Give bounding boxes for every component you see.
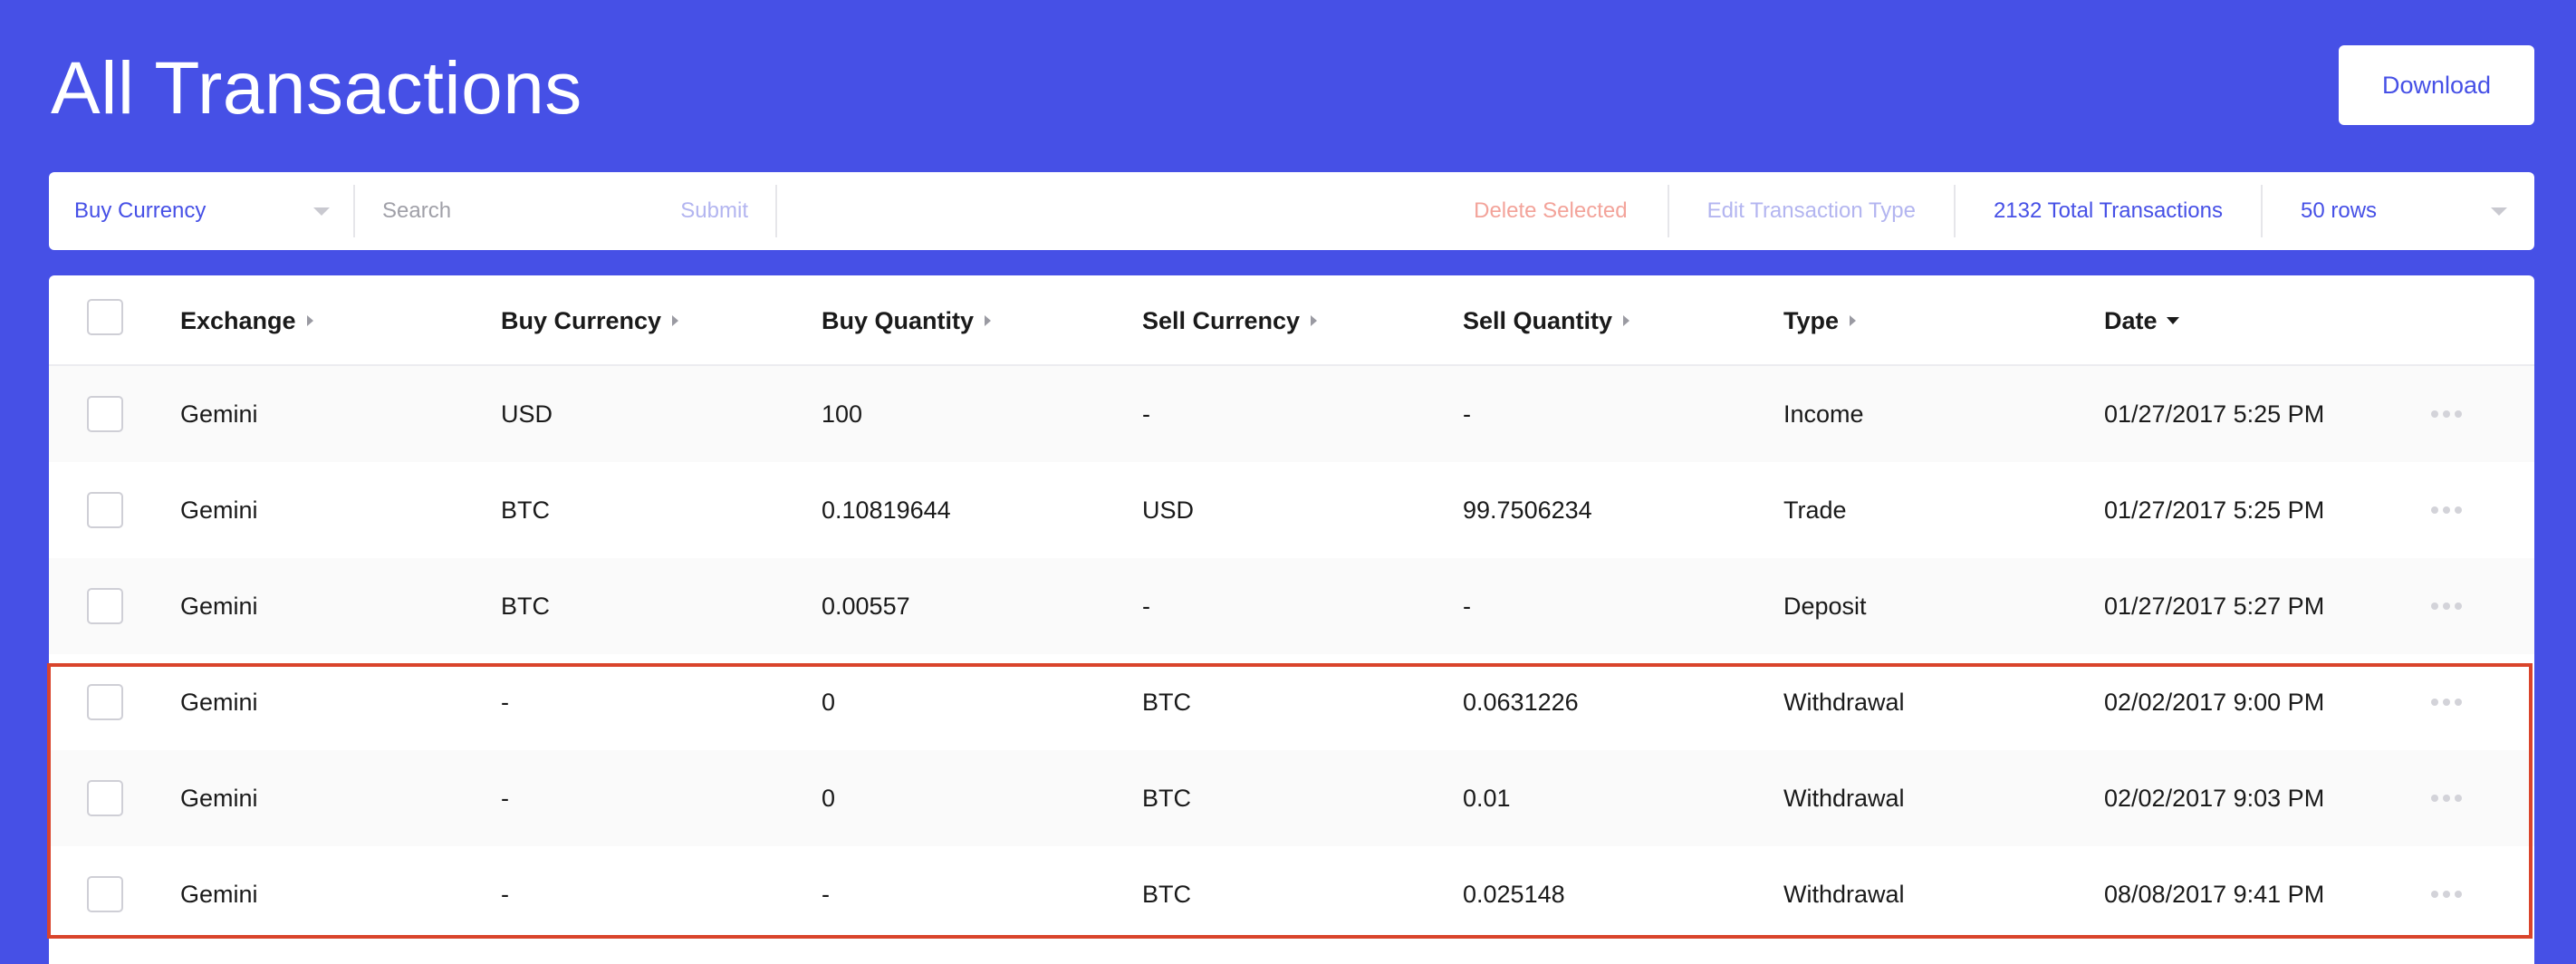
transactions-table: Exchange Buy Currency Buy Quantity Sell … bbox=[49, 275, 2534, 964]
cell-sell-quantity: 0.01 bbox=[1463, 784, 1511, 812]
cell-buy-currency: USD bbox=[501, 400, 553, 428]
cell-sell-quantity: 0.025148 bbox=[1463, 880, 1565, 908]
sort-icon bbox=[672, 315, 679, 326]
row-checkbox[interactable] bbox=[87, 780, 123, 816]
cell-sell-currency: BTC bbox=[1142, 688, 1191, 716]
more-options-icon[interactable] bbox=[2431, 654, 2466, 750]
sort-icon bbox=[306, 315, 313, 326]
page-header: All Transactions Download bbox=[0, 0, 2576, 172]
cell-type: Income bbox=[1783, 400, 1864, 428]
sort-icon bbox=[1311, 315, 1318, 326]
cell-buy-quantity: - bbox=[822, 880, 830, 908]
edit-transaction-type-button[interactable]: Edit Transaction Type bbox=[1669, 172, 1954, 250]
cell-buy-quantity: 0.10819644 bbox=[822, 496, 951, 524]
cell-date: 02/02/2017 9:00 PM bbox=[2104, 688, 2325, 716]
row-checkbox[interactable] bbox=[87, 396, 123, 432]
cell-type: Withdrawal bbox=[1783, 688, 1905, 716]
toolbar: Buy Currency Submit Delete Selected Edit… bbox=[49, 172, 2534, 250]
sort-icon bbox=[985, 315, 992, 326]
page-title: All Transactions bbox=[51, 47, 582, 130]
filter-select[interactable]: Buy Currency bbox=[49, 172, 353, 250]
row-checkbox[interactable] bbox=[87, 684, 123, 720]
more-options-icon[interactable] bbox=[2431, 750, 2466, 846]
more-options-icon[interactable] bbox=[2431, 366, 2466, 462]
column-header-buy-currency[interactable]: Buy Currency bbox=[501, 275, 679, 366]
cell-sell-quantity: - bbox=[1463, 400, 1471, 428]
total-transactions-count: 2132 Total Transactions bbox=[1993, 198, 2223, 223]
rows-per-page-select[interactable]: 50 rows bbox=[2263, 172, 2534, 250]
cell-sell-currency: BTC bbox=[1142, 784, 1191, 812]
divider bbox=[775, 185, 777, 237]
cell-exchange: Gemini bbox=[180, 688, 258, 716]
search-input[interactable] bbox=[382, 198, 672, 224]
cell-exchange: Gemini bbox=[180, 400, 258, 428]
cell-sell-currency: - bbox=[1142, 400, 1150, 428]
column-header-sell-quantity[interactable]: Sell Quantity bbox=[1463, 275, 1630, 366]
download-button[interactable]: Download bbox=[2339, 45, 2534, 125]
table-row[interactable]: Gemini - - BTC 0.025148 Withdrawal 08/08/2017 … bbox=[49, 846, 2534, 942]
sort-descending-icon bbox=[2166, 317, 2179, 324]
column-header-date[interactable]: Date bbox=[2104, 275, 2179, 366]
row-checkbox[interactable] bbox=[87, 588, 123, 624]
cell-exchange: Gemini bbox=[180, 592, 258, 620]
cell-buy-quantity: 0 bbox=[822, 784, 836, 812]
more-options-icon[interactable] bbox=[2431, 462, 2466, 558]
cell-type: Trade bbox=[1783, 496, 1847, 524]
column-header-exchange[interactable]: Exchange bbox=[180, 275, 313, 366]
delete-selected-button[interactable]: Delete Selected bbox=[1474, 172, 1667, 250]
cell-type: Withdrawal bbox=[1783, 880, 1905, 908]
cell-buy-currency: - bbox=[501, 880, 509, 908]
cell-buy-currency: - bbox=[501, 688, 509, 716]
cell-sell-quantity: - bbox=[1463, 592, 1471, 620]
column-header-buy-quantity[interactable]: Buy Quantity bbox=[822, 275, 992, 366]
table-row[interactable]: Gemini - 0 BTC 0.01 Withdrawal 02/02/2017 9:03… bbox=[49, 750, 2534, 846]
chevron-down-icon bbox=[2491, 207, 2507, 216]
cell-buy-currency: BTC bbox=[501, 496, 550, 524]
cell-buy-currency: - bbox=[501, 784, 509, 812]
table-header: Exchange Buy Currency Buy Quantity Sell … bbox=[49, 275, 2534, 366]
table-row[interactable]: Gemini - 0 BTC 0.0631226 Withdrawal 02/02/2017… bbox=[49, 654, 2534, 750]
cell-date: 01/27/2017 5:25 PM bbox=[2104, 400, 2325, 428]
column-header-sell-currency[interactable]: Sell Currency bbox=[1142, 275, 1318, 366]
chevron-down-icon bbox=[313, 207, 330, 216]
table-row[interactable]: Gemini BTC 0.00557 - - Deposit 01/27/2017 5:27… bbox=[49, 558, 2534, 654]
cell-sell-quantity: 99.7506234 bbox=[1463, 496, 1592, 524]
cell-date: 01/27/2017 5:25 PM bbox=[2104, 496, 2325, 524]
sort-icon bbox=[1623, 315, 1630, 326]
cell-type: Deposit bbox=[1783, 592, 1867, 620]
search-box: Submit bbox=[355, 172, 775, 250]
more-options-icon[interactable] bbox=[2431, 558, 2466, 654]
row-checkbox[interactable] bbox=[87, 876, 123, 912]
rows-per-page-value: 50 rows bbox=[2301, 198, 2378, 223]
cell-date: 08/08/2017 9:41 PM bbox=[2104, 880, 2325, 908]
cell-exchange: Gemini bbox=[180, 496, 258, 524]
cell-exchange: Gemini bbox=[180, 880, 258, 908]
row-checkbox[interactable] bbox=[87, 492, 123, 528]
cell-sell-quantity: 0.0631226 bbox=[1463, 688, 1579, 716]
cell-buy-currency: BTC bbox=[501, 592, 550, 620]
cell-sell-currency: BTC bbox=[1142, 880, 1191, 908]
cell-date: 01/27/2017 5:27 PM bbox=[2104, 592, 2325, 620]
cell-buy-quantity: 0.00557 bbox=[822, 592, 910, 620]
select-all-checkbox[interactable] bbox=[87, 299, 123, 335]
submit-button[interactable]: Submit bbox=[680, 198, 748, 224]
filter-select-value: Buy Currency bbox=[74, 198, 207, 223]
more-options-icon[interactable] bbox=[2431, 846, 2466, 942]
table-row[interactable]: Gemini BTC 0.10819644 USD 99.7506234 Trade 01/… bbox=[49, 462, 2534, 558]
cell-exchange: Gemini bbox=[180, 784, 258, 812]
cell-date: 02/02/2017 9:03 PM bbox=[2104, 784, 2325, 812]
column-header-type[interactable]: Type bbox=[1783, 275, 1857, 366]
cell-buy-quantity: 0 bbox=[822, 688, 836, 716]
cell-buy-quantity: 100 bbox=[822, 400, 863, 428]
cell-sell-currency: USD bbox=[1142, 496, 1195, 524]
sort-icon bbox=[1850, 315, 1857, 326]
table-row[interactable]: Gemini USD 100 - - Income 01/27/2017 5:25 PM bbox=[49, 366, 2534, 462]
cell-sell-currency: - bbox=[1142, 592, 1150, 620]
cell-type: Withdrawal bbox=[1783, 784, 1905, 812]
